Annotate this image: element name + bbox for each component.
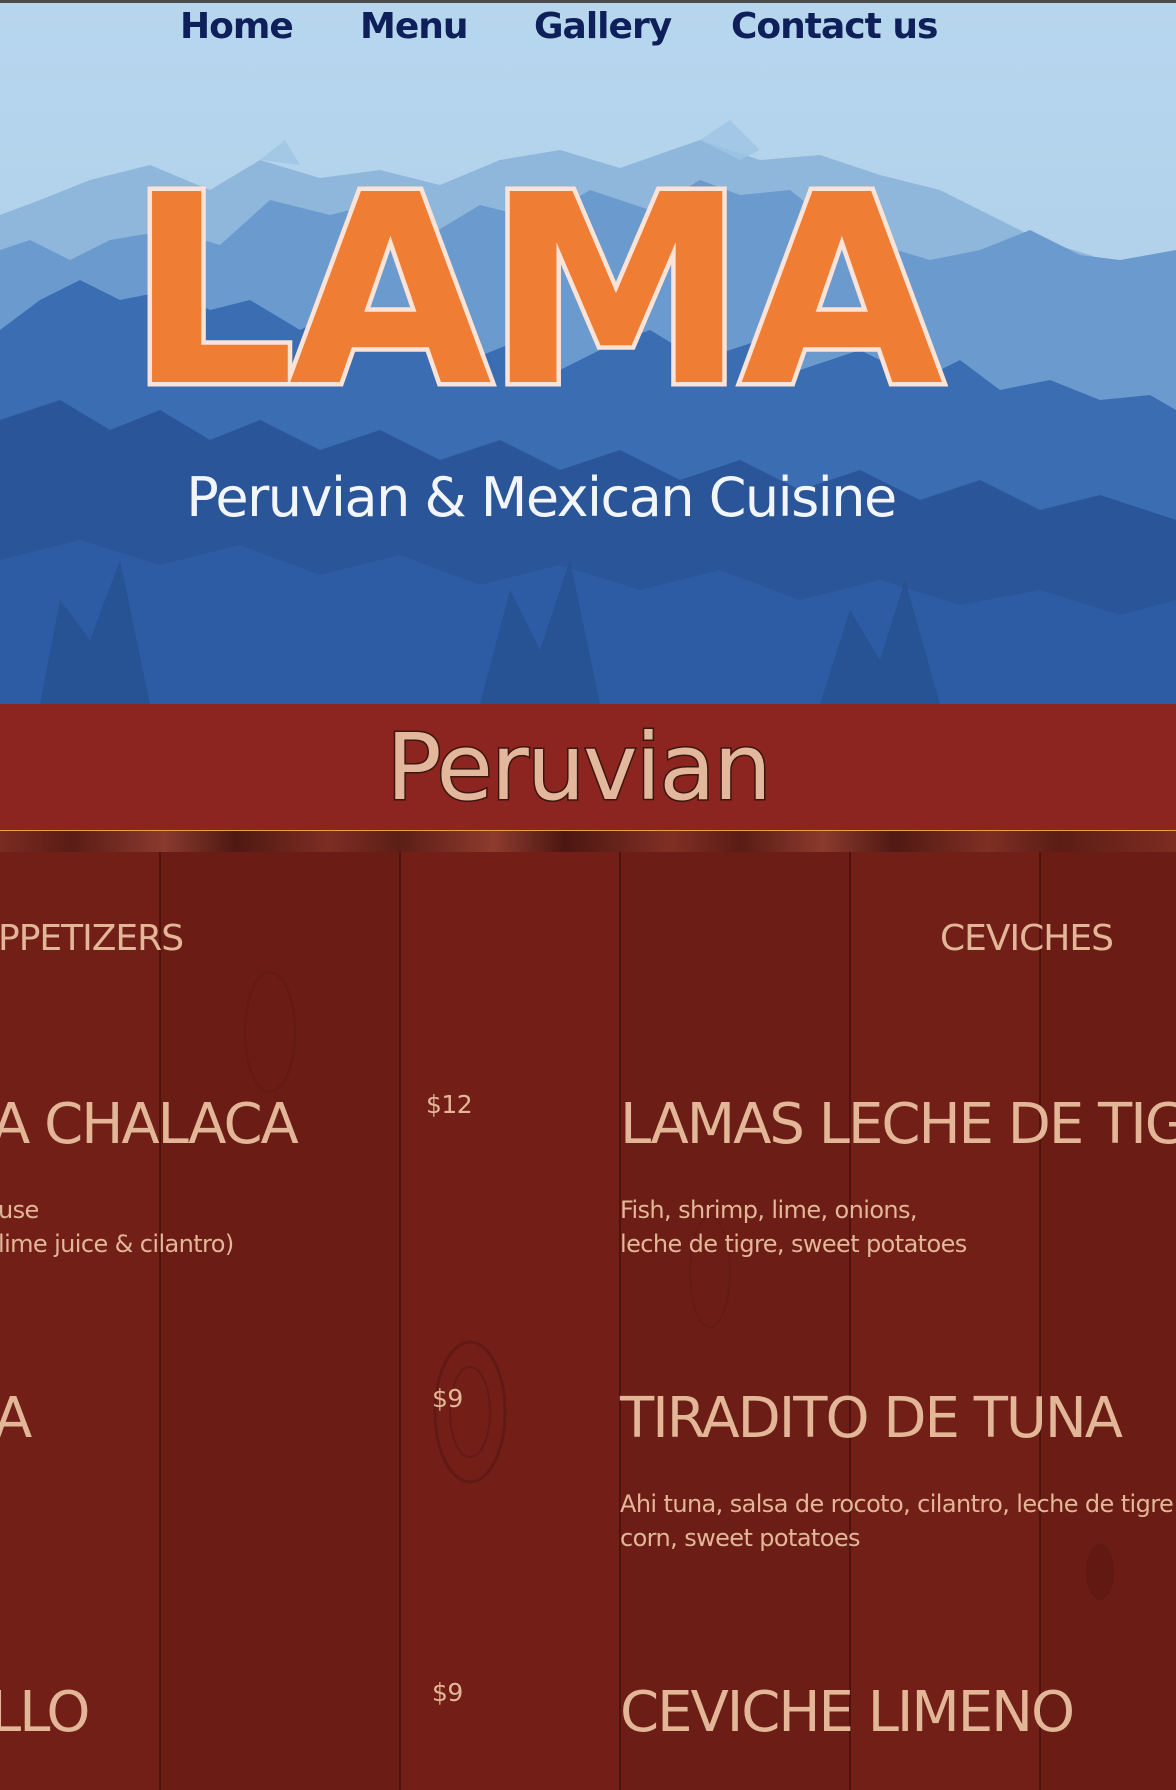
appetizer-item-name: A — [0, 1386, 32, 1451]
nav-gallery-link[interactable]: Gallery — [534, 6, 672, 47]
section-title: Peruvian — [385, 713, 774, 823]
appetizer-item-price: $9 — [432, 1384, 463, 1413]
wood-texture — [0, 852, 1176, 1790]
logo-text: LAMAS — [128, 150, 948, 410]
window-top-edge — [0, 0, 1176, 3]
ceviche-item-desc-line1: Ahi tuna, salsa de rocoto, cilantro, lec… — [620, 1490, 1174, 1518]
nav-home-link[interactable]: Home — [180, 6, 294, 47]
ceviche-item-name: LAMAS LECHE DE TIGRE — [620, 1092, 1176, 1157]
appetizer-item-price: $12 — [426, 1090, 473, 1119]
ceviche-item-name: CEVICHE LIMENO — [620, 1680, 1075, 1745]
lamas-logo: LAMAS — [128, 150, 948, 410]
ceviche-item-name: TIRADITO DE TUNA — [620, 1386, 1123, 1451]
wood-edge-strip — [0, 831, 1176, 852]
appetizer-item-name: A CHALACA — [0, 1092, 299, 1157]
nav-menu-link[interactable]: Menu — [360, 6, 468, 47]
appetizer-item-price: $9 — [432, 1678, 463, 1707]
ceviche-item-desc-line2: leche de tigre, sweet potatoes — [620, 1230, 967, 1258]
appetizers-heading: PPETIZERS — [0, 918, 184, 959]
menu-board — [0, 852, 1176, 1790]
hero-banner: Home Menu Gallery Contact us LAMAS Peruv… — [0, 0, 1176, 704]
nav-contact-us-link[interactable]: Contact us — [731, 6, 938, 47]
ceviches-heading: CEVICHES — [940, 918, 1114, 959]
ceviche-item-desc-line1: Fish, shrimp, lime, onions, — [620, 1196, 918, 1224]
appetizer-item-desc-line2: lime juice & cilantro) — [0, 1230, 234, 1258]
top-navigation: Home Menu Gallery Contact us — [0, 6, 1176, 58]
hero-tagline: Peruvian & Mexican Cuisine — [186, 466, 897, 529]
appetizer-item-desc-line1: use — [0, 1196, 39, 1224]
ceviche-item-desc-line2: corn, sweet potatoes — [620, 1524, 861, 1552]
appetizer-item-name: LLO — [0, 1680, 90, 1745]
page: Home Menu Gallery Contact us LAMAS Peruv… — [0, 0, 1176, 1790]
